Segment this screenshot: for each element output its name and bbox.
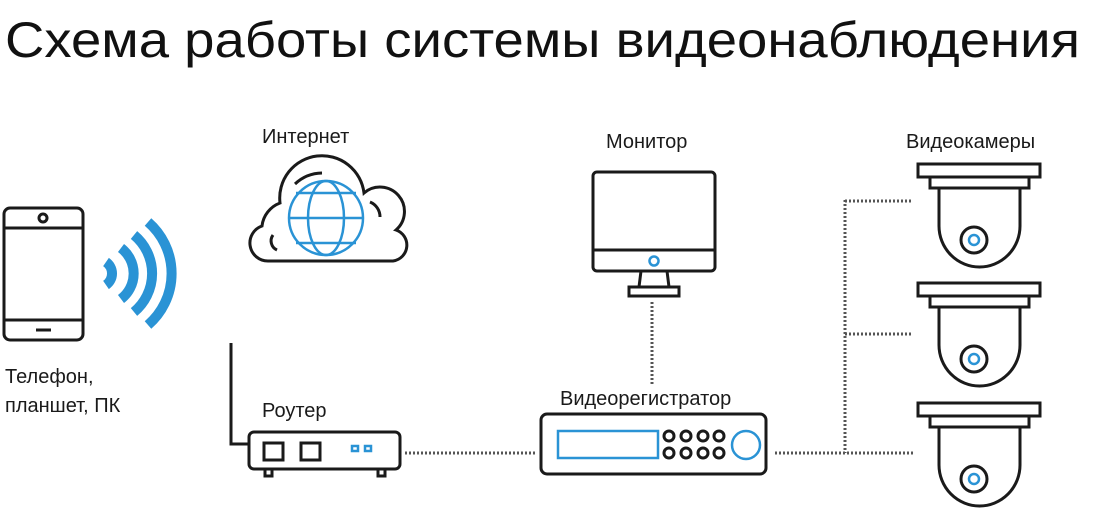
internet-label: Интернет — [262, 126, 349, 148]
dome-camera-icon — [916, 162, 1042, 269]
dvr-cameras-connector — [775, 199, 913, 455]
phone-label-line2: планшет, ПК — [5, 395, 121, 417]
smartphone-icon — [2, 206, 85, 342]
dome-camera-icon — [916, 281, 1042, 388]
wifi-signal-icon — [102, 218, 177, 329]
cameras-label: Видеокамеры — [906, 131, 1035, 153]
phone-label-line1: Телефон, — [5, 366, 94, 388]
monitor-icon — [591, 170, 717, 298]
router-label: Роутер — [262, 400, 327, 422]
monitor-label: Монитор — [606, 131, 687, 153]
dome-camera-icon — [916, 401, 1042, 508]
dvr-icon — [539, 412, 768, 476]
dvr-label: Видеорегистратор — [560, 388, 731, 410]
surveillance-diagram: Схема работы системы видеонаблюдения Тел… — [2, 12, 1080, 508]
diagram-title: Схема работы системы видеонаблюдения — [5, 12, 1080, 68]
cloud-globe-icon — [248, 154, 409, 263]
